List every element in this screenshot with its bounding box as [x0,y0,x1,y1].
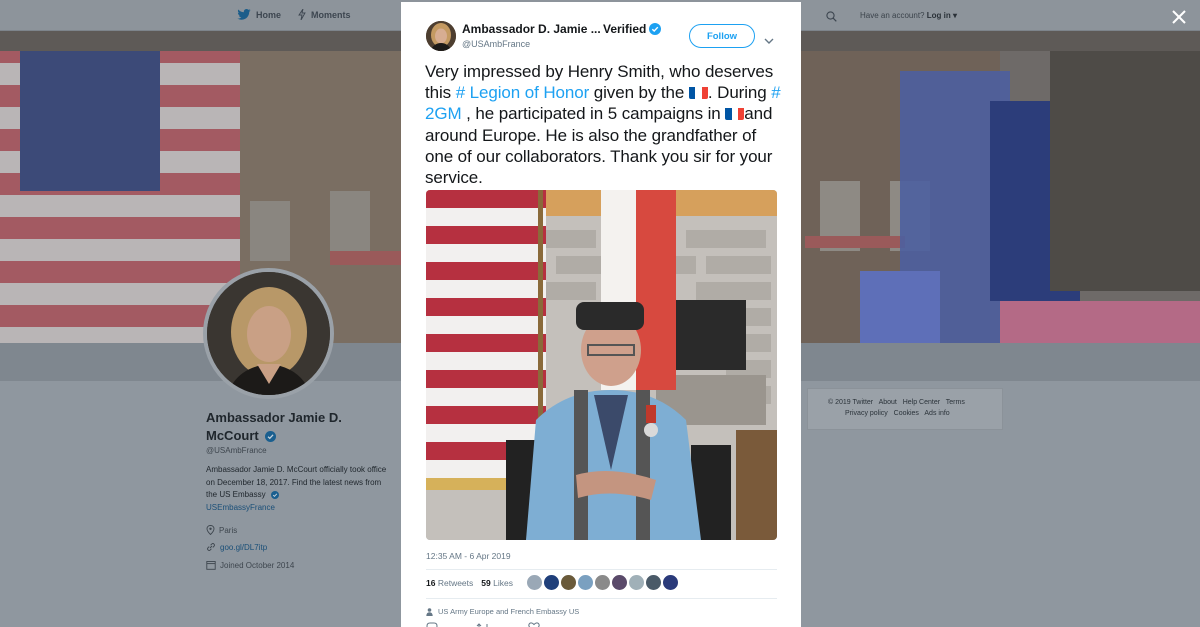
likes-label: Likes [493,578,513,588]
liker-avatar[interactable] [646,575,661,590]
tweet-actions [426,622,540,627]
profile-name: Ambassador Jamie D. McCourt [206,409,396,445]
tweet-photo[interactable] [426,190,777,540]
chevron-down-icon [764,38,774,44]
footer-links-box: © 2019 Twitter About Help Center Terms P… [807,388,1003,430]
like-icon[interactable] [528,622,540,627]
retweets-count: 16 [426,578,436,588]
account-prompt: Have an account? Log in ▾ [860,11,957,20]
hashtag-legion-of-honor[interactable]: # Legion of Honor [456,83,590,102]
liker-avatar[interactable] [629,575,644,590]
profile-bio-text: Ambassador Jamie D. McCourt officially t… [206,465,387,499]
liker-avatar[interactable] [663,575,678,590]
tweet-verified-badge: Verified [603,22,662,36]
divider [426,569,777,570]
tweet-stats: 16 Retweets 59 Likes [426,578,513,588]
tweet-modal: Ambassador D. Jamie ... Verified @USAmbF… [401,2,801,627]
tweet-author-handle[interactable]: @USAmbFrance [462,39,530,49]
login-link[interactable]: Log in ▾ [927,11,957,20]
close-icon [1172,10,1186,24]
footer-ads-link[interactable]: Ads info [924,410,949,417]
footer-about-link[interactable]: About [879,399,897,406]
profile-avatar[interactable] [203,268,334,399]
verified-label: Verified [603,22,647,36]
profile-location: Paris [206,525,237,535]
verified-icon [649,23,662,35]
liker-avatar[interactable] [595,575,610,590]
nav-moments-label: Moments [311,9,351,20]
profile-bio: Ambassador Jamie D. McCourt officially t… [206,464,391,514]
twitter-bird-icon [237,9,251,20]
link-icon [207,543,215,551]
footer-help-link[interactable]: Help Center [903,399,940,406]
footer-row-1: © 2019 Twitter About Help Center Terms [828,399,965,406]
tweet-options-button[interactable] [764,32,774,50]
footer-copyright: © 2019 Twitter [828,399,874,406]
profile-location-text: Paris [219,525,238,535]
liker-avatar[interactable] [544,575,559,590]
liker-avatar[interactable] [561,575,576,590]
location-icon [206,525,215,535]
reply-icon[interactable] [426,622,438,627]
search-button[interactable] [826,9,837,27]
tweet-text-part: , he participated in 5 campaigns in [461,104,726,124]
follow-button[interactable]: Follow [689,24,755,48]
likes-count: 59 [481,578,491,588]
retweet-icon[interactable] [476,622,490,627]
liker-avatar[interactable] [612,575,627,590]
profile-website[interactable]: goo.gl/DL7itp [206,542,267,552]
liker-avatar[interactable] [578,575,593,590]
nav-home-label: Home [256,9,282,20]
tweet-author-name[interactable]: Ambassador D. Jamie ... [462,22,601,36]
france-flag-emoji [725,106,745,121]
verified-icon [270,490,279,499]
likes-stat[interactable]: 59 Likes [481,578,513,588]
retweets-stat[interactable]: 16 Retweets [426,578,473,588]
liker-avatar[interactable] [527,575,542,590]
have-account-text: Have an account? [860,11,925,20]
profile-handle[interactable]: @USAmbFrance [206,446,267,455]
profile-website-link[interactable]: goo.gl/DL7itp [220,543,267,552]
profile-bio-link[interactable]: USEmbassyFrance [206,503,275,512]
verified-icon [265,431,277,443]
divider [426,598,777,599]
retweets-label: Retweets [437,578,474,588]
footer-row-2: Privacy policy Cookies Ads info [845,410,950,417]
tweet-timestamp[interactable]: 12:35 AM - 6 Apr 2019 [426,551,511,561]
footer-terms-link[interactable]: Terms [946,399,965,406]
calendar-icon [206,561,216,570]
profile-joined-text: Joined October 2014 [220,560,295,570]
tagged-users-text: US Army Europe and French Embassy US [438,607,580,616]
tweet-text-part: . During [707,83,772,103]
liker-avatars [527,575,678,590]
nav-home[interactable]: Home [237,9,281,20]
footer-privacy-link[interactable]: Privacy policy [845,410,888,417]
profile-joined: Joined October 2014 [206,560,294,570]
person-tag-icon [426,607,433,616]
tweet-author-avatar[interactable] [426,21,456,51]
tweet-text: Very impressed by Henry Smith, who deser… [425,61,785,188]
nav-moments[interactable]: Moments [298,9,351,20]
search-icon [826,11,837,22]
france-flag-emoji [688,85,708,100]
moments-icon [298,9,306,20]
footer-cookies-link[interactable]: Cookies [894,410,919,417]
tweet-text-part: given by the [589,83,689,103]
tagged-users[interactable]: US Army Europe and French Embassy US [426,607,579,616]
close-modal-button[interactable] [1170,8,1188,26]
